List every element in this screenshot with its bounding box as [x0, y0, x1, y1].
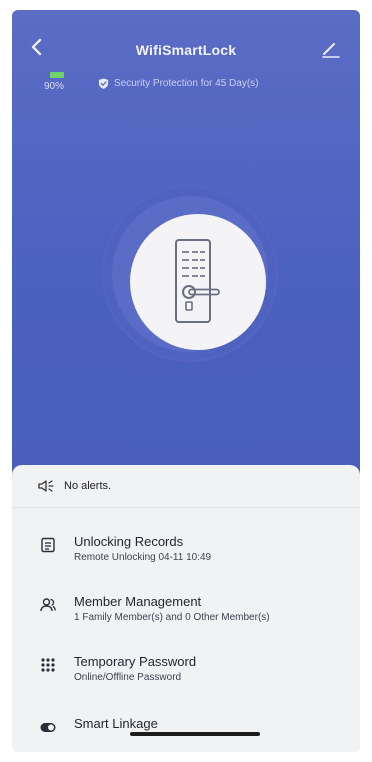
- page-title: WifiSmartLock: [135, 42, 237, 58]
- alert-bar: No alerts.: [12, 465, 360, 508]
- menu-item-title: Unlocking Records: [74, 534, 184, 549]
- alert-text: No alerts.: [64, 480, 112, 492]
- security-protection-text: Security Protection for 45 Day(s): [114, 78, 259, 89]
- menu-item-smart-linkage[interactable]: Smart Linkage: [12, 705, 360, 752]
- menu-item-subtitle: Remote Unlocking 04-11 10:49: [74, 552, 212, 563]
- edit-pencil-icon[interactable]: [320, 38, 342, 60]
- lock-status-ring-inner: [112, 196, 268, 352]
- lock-status-header: WifiSmartLock 90% Security Protection fo…: [12, 10, 360, 480]
- menu-item-title: Smart Linkage: [74, 716, 158, 731]
- menu-item-unlocking-records[interactable]: Unlocking Records Remote Unlocking 04-11…: [12, 523, 360, 577]
- speaker-icon: [38, 480, 54, 492]
- menu-item-title: Temporary Password: [74, 654, 197, 669]
- security-protection-status: Security Protection for 45 Day(s): [98, 78, 259, 89]
- home-indicator: [130, 732, 260, 736]
- menu-item-temporary-password[interactable]: Temporary Password Online/Offline Passwo…: [12, 643, 360, 697]
- menu-item-subtitle: Online/Offline Password: [74, 672, 182, 683]
- battery-indicator: 90%: [44, 72, 84, 92]
- keypad-icon: [41, 658, 55, 672]
- toggle-icon: [40, 723, 56, 732]
- shield-check-icon: [98, 78, 109, 89]
- menu-item-member-management[interactable]: Member Management 1 Family Member(s) and…: [12, 583, 360, 637]
- menu-item-subtitle: 1 Family Member(s) and 0 Other Member(s): [74, 612, 270, 623]
- function-panel: No alerts. Unlocking Records Remote Unlo…: [12, 465, 360, 752]
- people-icon: [40, 598, 56, 612]
- battery-level-bar: [50, 72, 64, 78]
- app-screen: WifiSmartLock 90% Security Protection fo…: [12, 10, 360, 752]
- menu-item-title: Member Management: [74, 594, 202, 609]
- battery-percent-text: 90%: [44, 81, 65, 92]
- document-list-icon: [41, 537, 55, 553]
- smart-lock-icon: [175, 239, 220, 323]
- lock-status-ring: [104, 188, 276, 360]
- lock-status-disc[interactable]: [130, 214, 266, 350]
